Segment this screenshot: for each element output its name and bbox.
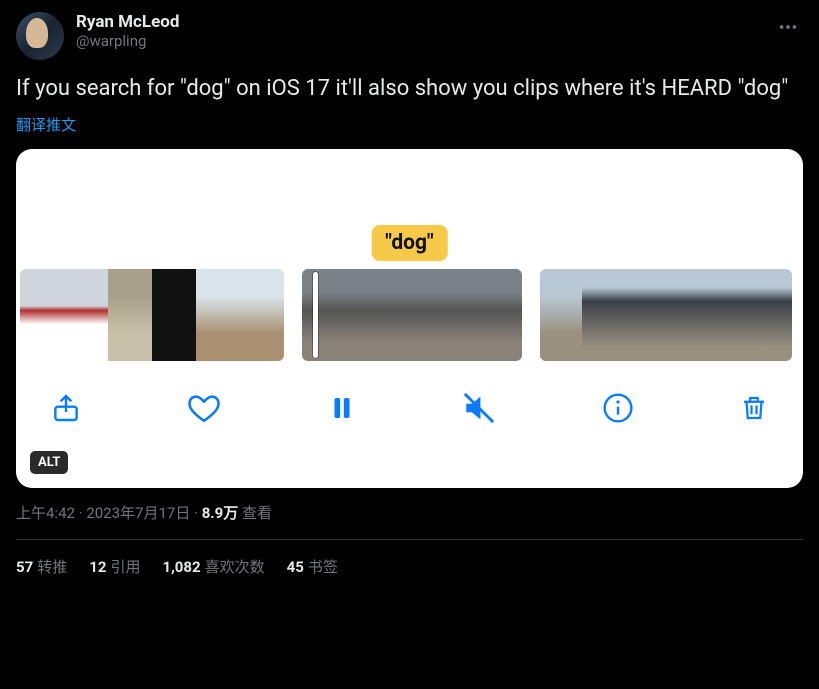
info-icon[interactable] <box>602 392 634 424</box>
share-icon[interactable] <box>50 392 82 424</box>
retweets-stat[interactable]: 57转推 <box>16 556 67 577</box>
video-timeline[interactable] <box>16 269 803 365</box>
views-label: 查看 <box>242 504 272 522</box>
video-frame <box>240 269 284 361</box>
quotes-count: 12 <box>89 558 106 576</box>
video-frame <box>64 269 108 361</box>
display-name: Ryan McLeod <box>76 12 761 32</box>
media-card[interactable]: "dog" <box>16 149 803 488</box>
avatar[interactable] <box>16 12 64 60</box>
more-icon[interactable] <box>773 12 803 47</box>
tweet-container: Ryan McLeod @warpling If you search for … <box>0 0 819 589</box>
pause-icon[interactable] <box>327 393 357 423</box>
divider <box>16 539 803 540</box>
video-frame <box>540 269 582 361</box>
tweet-header: Ryan McLeod @warpling <box>16 12 803 60</box>
video-frame <box>152 269 196 361</box>
bookmarks-stat[interactable]: 45书签 <box>287 556 338 577</box>
playhead[interactable] <box>313 272 318 358</box>
video-frame <box>666 269 708 361</box>
video-frame <box>108 269 152 361</box>
bookmarks-count: 45 <box>287 558 304 576</box>
caption-area: "dog" <box>16 149 803 269</box>
video-frame <box>750 269 792 361</box>
video-frame <box>582 269 624 361</box>
translate-link[interactable]: 翻译推文 <box>16 114 803 135</box>
quotes-stat[interactable]: 12引用 <box>89 556 140 577</box>
media-toolbar <box>16 365 803 435</box>
alt-badge[interactable]: ALT <box>30 451 68 474</box>
retweets-label: 转推 <box>37 558 67 576</box>
mute-icon[interactable] <box>462 391 496 425</box>
likes-label: 喜欢次数 <box>205 558 265 576</box>
views-count: 8.9万 <box>202 504 239 522</box>
retweets-count: 57 <box>16 558 33 576</box>
likes-count: 1,082 <box>162 558 200 576</box>
video-frame <box>196 269 240 361</box>
bookmarks-label: 书签 <box>308 558 338 576</box>
video-frame <box>624 269 666 361</box>
stats-row: 57转推 12引用 1,082 喜欢次数 45书签 <box>16 556 803 577</box>
likes-stat[interactable]: 1,082 喜欢次数 <box>162 556 264 577</box>
tweet-date[interactable]: 2023年7月17日 <box>86 504 190 522</box>
heart-icon[interactable] <box>187 391 221 425</box>
clip-group[interactable] <box>540 269 792 361</box>
video-frame <box>467 269 522 361</box>
caption-pill: "dog" <box>371 225 447 261</box>
video-frame <box>708 269 750 361</box>
clip-group-active[interactable] <box>302 269 522 361</box>
tweet-meta: 上午4:42 · 2023年7月17日 · 8.9万 查看 <box>16 502 803 523</box>
author-name-block[interactable]: Ryan McLeod @warpling <box>76 12 761 50</box>
video-frame <box>412 269 467 361</box>
video-frame <box>20 269 64 361</box>
video-frame <box>302 269 357 361</box>
tweet-text: If you search for "dog" on iOS 17 it'll … <box>16 74 803 104</box>
handle: @warpling <box>76 32 761 50</box>
video-frame <box>357 269 412 361</box>
clip-group[interactable] <box>20 269 284 361</box>
quotes-label: 引用 <box>110 558 140 576</box>
trash-icon[interactable] <box>739 393 769 423</box>
tweet-time[interactable]: 上午4:42 <box>16 504 75 522</box>
